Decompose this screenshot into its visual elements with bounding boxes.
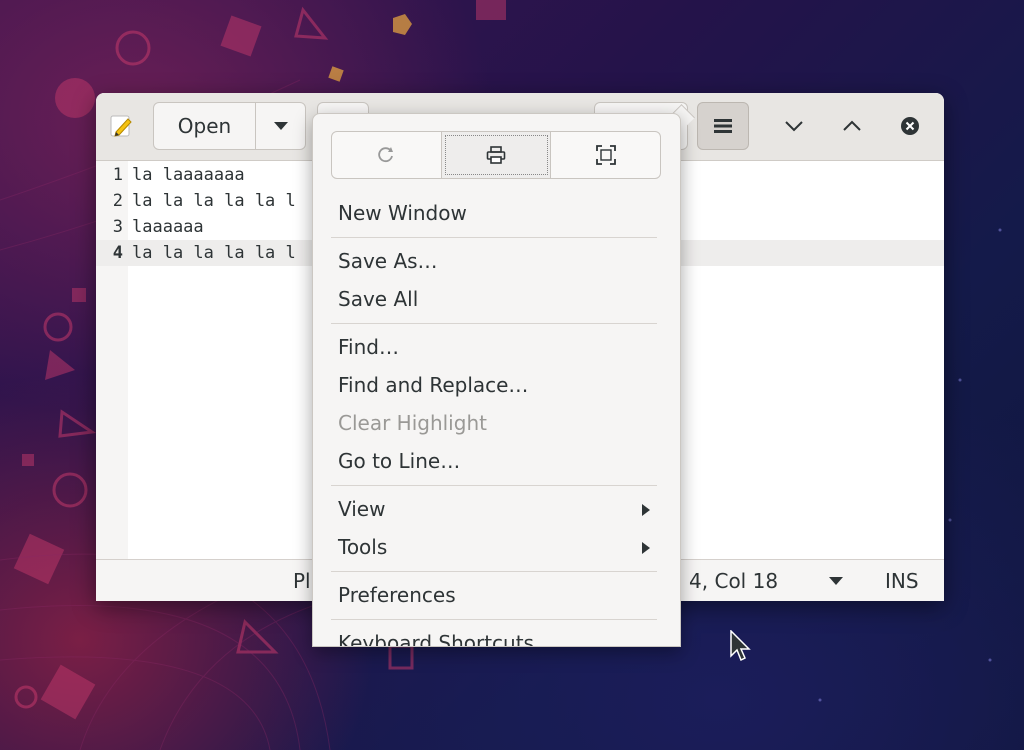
close-button[interactable] (895, 111, 925, 141)
minimize-button[interactable] (779, 111, 809, 141)
line-number: 2 (112, 191, 123, 211)
chevron-down-icon (785, 121, 803, 132)
chevron-down-icon (273, 122, 288, 130)
open-dropdown-button[interactable] (255, 102, 306, 150)
fullscreen-button[interactable] (551, 132, 660, 178)
reload-button[interactable] (332, 132, 442, 178)
menu-item-go-to-line[interactable]: Go to Line… (338, 448, 460, 474)
menu-item-save-as[interactable]: Save As… (338, 248, 438, 274)
open-button-label: Open (177, 114, 232, 138)
line-text: la la la la la l (132, 243, 296, 263)
chevron-right-icon (642, 504, 650, 516)
menu-item-find[interactable]: Find… (338, 334, 399, 360)
text-editor-icon (110, 115, 132, 137)
menu-item-find-replace[interactable]: Find and Replace… (338, 372, 528, 398)
menu-item-view[interactable]: View (338, 496, 658, 522)
open-button[interactable]: Open (153, 102, 256, 150)
line-text: la la la la la l (132, 191, 296, 211)
chevron-up-icon (843, 120, 861, 131)
chevron-down-icon[interactable] (829, 576, 843, 586)
menu-separator (331, 323, 657, 324)
menu-item-view-label: View (338, 497, 386, 521)
menu-separator (331, 237, 657, 238)
menu-separator (331, 485, 657, 486)
mouse-cursor-icon (730, 630, 751, 662)
close-icon (901, 117, 919, 135)
main-menu-button[interactable] (697, 102, 749, 150)
insert-mode-indicator[interactable]: INS (885, 569, 919, 593)
maximize-button[interactable] (837, 111, 867, 141)
menu-separator (331, 619, 657, 620)
cursor-position-selector[interactable]: n 4, Col 18 (670, 569, 778, 593)
print-icon (486, 146, 506, 164)
menu-separator (331, 571, 657, 572)
reload-icon (378, 147, 394, 163)
menu-icon-row (331, 131, 661, 179)
menu-item-save-all[interactable]: Save All (338, 286, 418, 312)
menu-item-clear-highlight: Clear Highlight (338, 411, 487, 435)
line-number: 3 (112, 217, 123, 237)
language-selector[interactable]: Pl (293, 569, 311, 593)
line-text: laaaaaa (132, 217, 204, 237)
line-text: la laaaaaaa (132, 165, 245, 185)
fullscreen-icon (595, 145, 616, 165)
menu-item-keyboard-shortcuts[interactable]: Keyboard Shortcuts (338, 630, 534, 646)
menu-item-new-window[interactable]: New Window (338, 200, 467, 226)
line-number: 1 (112, 165, 123, 185)
menu-item-tools[interactable]: Tools (338, 534, 658, 560)
print-button[interactable] (441, 132, 552, 178)
chevron-right-icon (642, 542, 650, 554)
main-menu-popover: New Window Save As… Save All Find… Find … (312, 113, 681, 647)
menu-item-tools-label: Tools (338, 535, 388, 559)
line-number: 4 (112, 243, 123, 263)
hamburger-icon (714, 119, 732, 133)
menu-item-preferences[interactable]: Preferences (338, 582, 456, 608)
